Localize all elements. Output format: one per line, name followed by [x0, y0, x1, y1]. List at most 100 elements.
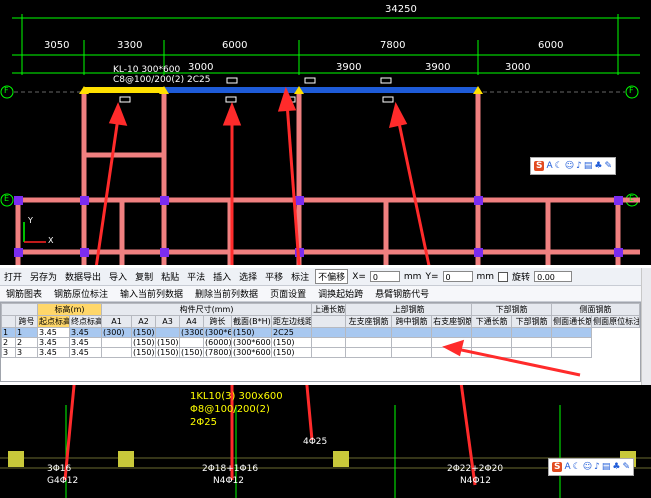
cell[interactable]: 3.45 — [37, 337, 70, 348]
text-icon[interactable]: A — [546, 161, 552, 171]
swap-span-button[interactable]: 调换起始跨 — [316, 287, 365, 300]
cell[interactable] — [511, 327, 553, 338]
cell[interactable] — [101, 347, 133, 358]
wrench-icon[interactable]: ✎ — [604, 161, 612, 171]
cell[interactable] — [471, 347, 513, 358]
shirt-icon[interactable]: ♣ — [612, 462, 620, 472]
keyboard-icon[interactable]: ▤ — [602, 462, 611, 472]
cell[interactable]: (6000) — [203, 337, 233, 348]
rotate-input[interactable]: 0.00 — [534, 271, 573, 282]
cell[interactable] — [471, 337, 513, 348]
copy-button[interactable]: 复制 — [133, 270, 155, 283]
cell[interactable]: 3.45 — [37, 347, 70, 358]
cell[interactable] — [391, 327, 433, 338]
beam-span-grid[interactable]: 标高(m) 构件尺寸(mm) 上通长筋 上部钢筋 下部钢筋 侧面钢筋 跨号 起点… — [0, 302, 641, 382]
cell[interactable]: (150) — [131, 327, 157, 338]
rebar-inplace-button[interactable]: 钢筋原位标注 — [52, 287, 110, 300]
open-button[interactable]: 打开 — [2, 270, 24, 283]
cell[interactable] — [311, 347, 347, 358]
cell[interactable] — [345, 337, 393, 348]
rebar-chart-button[interactable]: 钢筋图表 — [4, 287, 44, 300]
cell[interactable] — [431, 327, 473, 338]
cell[interactable]: (150) — [155, 337, 181, 348]
rotate-checkbox[interactable] — [498, 271, 509, 282]
input-toolbox[interactable]: S A ☾ ☺ ♪ ▤ ♣ ✎ — [530, 157, 617, 175]
mm-label-1: mm — [403, 271, 422, 282]
cell[interactable]: (150) — [131, 347, 157, 358]
cell[interactable] — [551, 337, 593, 348]
cell[interactable]: (150) — [155, 347, 181, 358]
mic-icon[interactable]: ♪ — [576, 161, 582, 171]
export-button[interactable]: 数据导出 — [63, 270, 103, 283]
smile-icon[interactable]: ☺ — [583, 462, 592, 472]
table-row[interactable]: 1 1 3.45 3.45 (300) (150) (3300) (300*60… — [1, 327, 640, 338]
table-row[interactable]: 3 3 3.45 3.45 (150) (150) (150) (7800) (… — [1, 347, 640, 358]
import-button[interactable]: 导入 — [107, 270, 129, 283]
paste-button[interactable]: 粘贴 — [159, 270, 181, 283]
cell[interactable]: (150) — [271, 337, 313, 348]
cell[interactable] — [511, 347, 553, 358]
keyboard-icon[interactable]: ▤ — [584, 161, 593, 171]
input-toolbox-bottom[interactable]: S A ☾ ☺ ♪ ▤ ♣ ✎ — [548, 458, 635, 476]
header-top-rebar: 上部钢筋 — [345, 303, 473, 316]
start-elev-select[interactable]: 3.45 — [37, 327, 70, 338]
cell[interactable]: (300) — [101, 327, 133, 338]
cell[interactable]: (150) — [179, 347, 205, 358]
mic-icon[interactable]: ♪ — [594, 462, 600, 472]
cell[interactable] — [431, 337, 473, 348]
insert-button[interactable]: 插入 — [211, 270, 233, 283]
cell[interactable]: (7800) — [203, 347, 233, 358]
vertical-scrollbar[interactable] — [641, 268, 651, 385]
cell[interactable] — [511, 337, 553, 348]
input-column-button[interactable]: 输入当前列数据 — [118, 287, 185, 300]
cell[interactable] — [155, 327, 181, 338]
cell[interactable] — [391, 337, 433, 348]
smile-icon[interactable]: ☺ — [565, 161, 574, 171]
cell[interactable]: 3.45 — [68, 327, 103, 338]
page-setup-button[interactable]: 页面设置 — [268, 287, 308, 300]
cell[interactable] — [179, 337, 205, 348]
cantilever-code-button[interactable]: 悬臂钢筋代号 — [373, 287, 431, 300]
moon-icon[interactable]: ☾ — [573, 462, 581, 472]
moon-icon[interactable]: ☾ — [555, 161, 563, 171]
save-as-button[interactable]: 另存为 — [28, 270, 59, 283]
cell[interactable]: 2C25 — [271, 327, 313, 338]
cell[interactable]: 3.45 — [68, 337, 103, 348]
cell[interactable] — [101, 337, 133, 348]
cell[interactable]: 2 — [15, 337, 38, 348]
cad-drawing-top[interactable]: 34250 3050 3300 6000 7800 6000 3000 3900… — [0, 0, 651, 265]
select-button[interactable]: 选择 — [237, 270, 259, 283]
cell[interactable]: (300*600) — [203, 327, 233, 338]
cell[interactable] — [345, 327, 393, 338]
delete-column-button[interactable]: 删除当前列数据 — [193, 287, 260, 300]
offset-select[interactable]: 不偏移 — [315, 269, 349, 284]
flat-button[interactable]: 平法 — [185, 270, 207, 283]
cell[interactable]: (150) — [131, 337, 157, 348]
cell[interactable] — [311, 337, 347, 348]
table-row[interactable]: 2 2 3.45 3.45 (150) (150) (6000) (300*60… — [1, 337, 640, 348]
cell[interactable] — [431, 347, 473, 358]
col-header-a2: A2 — [131, 315, 157, 328]
cell[interactable]: (300*600) — [231, 337, 273, 348]
cell[interactable] — [345, 347, 393, 358]
text-icon[interactable]: A — [564, 462, 570, 472]
cad-drawing-bottom[interactable]: 1KL10(3) 300x600 Φ8@100/200(2) 2Φ25 4Φ25… — [0, 385, 651, 498]
cell[interactable]: 3 — [15, 347, 38, 358]
y-input[interactable]: 0 — [442, 271, 473, 282]
cell[interactable]: (150) — [231, 327, 273, 338]
wrench-icon[interactable]: ✎ — [622, 462, 630, 472]
cell[interactable] — [311, 327, 347, 338]
cell[interactable]: (3300) — [179, 327, 205, 338]
cell[interactable] — [391, 347, 433, 358]
cell[interactable]: 1 — [15, 327, 38, 338]
mark-button[interactable]: 标注 — [289, 270, 311, 283]
cell[interactable] — [551, 347, 593, 358]
cell[interactable]: 3.45 — [68, 347, 103, 358]
x-input[interactable]: 0 — [369, 271, 400, 282]
cell[interactable] — [471, 327, 513, 338]
shirt-icon[interactable]: ♣ — [594, 161, 602, 171]
cell[interactable] — [551, 327, 593, 338]
cell[interactable]: (300*600) — [231, 347, 273, 358]
cell[interactable]: (150) — [271, 347, 313, 358]
move-button[interactable]: 平移 — [263, 270, 285, 283]
